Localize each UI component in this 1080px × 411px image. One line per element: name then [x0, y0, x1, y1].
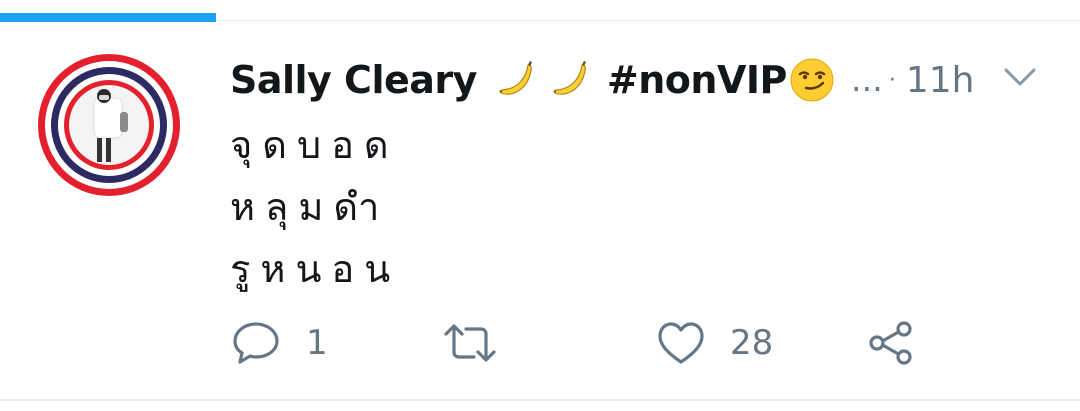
scroll-progress-bar: [0, 13, 1080, 22]
tweet-text-line: หลุมดำ: [230, 185, 390, 229]
share-button[interactable]: [866, 316, 916, 370]
chevron-down-icon[interactable]: [1000, 62, 1040, 92]
banana-emoji-icon: [553, 61, 586, 95]
tweet-header: Sally Cleary #nonVIP … · 11h: [230, 52, 1050, 108]
tweet-actions: 1 28: [230, 316, 950, 370]
hashtag[interactable]: #nonVIP: [607, 58, 787, 102]
tweet-divider: [0, 399, 1080, 401]
tweet-text-line: จุดบอด: [230, 123, 399, 167]
smirking-face-emoji-icon: [790, 58, 834, 102]
reply-count: 1: [306, 323, 328, 363]
like-button[interactable]: 28: [656, 316, 773, 370]
progress-fill: [0, 13, 216, 22]
tweet-timestamp[interactable]: 11h: [906, 60, 975, 101]
tweet-text-line: รูหนอน: [230, 247, 401, 291]
share-icon: [869, 321, 912, 365]
heart-icon: [658, 322, 704, 364]
author-name[interactable]: Sally Cleary: [230, 58, 477, 102]
retweet-button[interactable]: [442, 316, 522, 370]
separator-dot: ·: [888, 67, 896, 93]
tweet[interactable]: Sally Cleary #nonVIP … · 11h จุดบอด หลุม…: [0, 22, 1080, 400]
banana-emoji-icon: [499, 61, 532, 95]
tweet-text: จุดบอด หลุมดำ รูหนอน: [230, 114, 1010, 300]
retweet-icon: [444, 324, 496, 362]
like-count: 28: [730, 323, 774, 363]
reply-icon: [233, 322, 279, 364]
name-truncation-ellipsis: …: [850, 61, 883, 99]
avatar[interactable]: [36, 52, 182, 198]
reply-button[interactable]: 1: [230, 316, 328, 370]
